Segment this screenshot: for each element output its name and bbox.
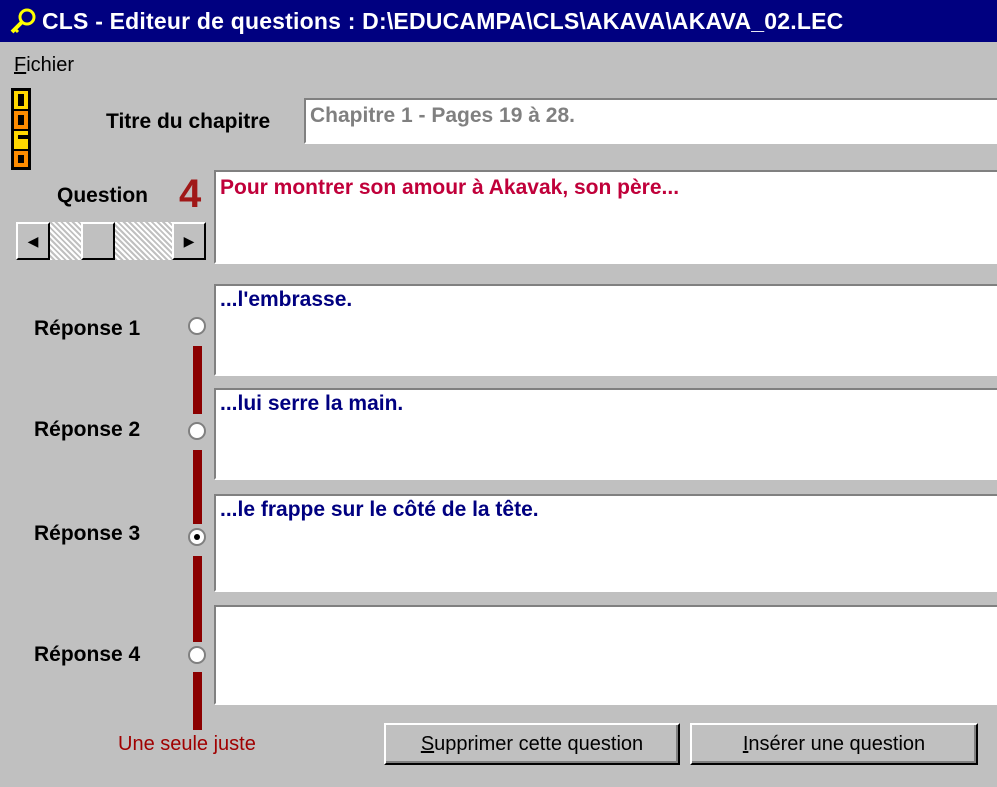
answer-4-label: Réponse 4 (34, 643, 141, 666)
answer-2-field[interactable]: ...lui serre la main. (214, 388, 997, 480)
accent-bar (193, 672, 202, 730)
scroll-right-button[interactable]: ▶ (172, 222, 206, 260)
arrow-right-icon: ▶ (183, 232, 195, 249)
answer-2-text: ...lui serre la main. (220, 392, 404, 415)
insert-question-button[interactable]: Insérer une question (690, 723, 978, 765)
key-search-icon (10, 8, 36, 34)
arrow-left-icon: ◀ (27, 232, 39, 249)
answer-3-radio[interactable] (188, 528, 206, 546)
delete-mnemonic: S (420, 732, 435, 755)
question-scrollbar[interactable]: ◀ ▶ (16, 222, 206, 260)
chapter-label: Titre du chapitre (106, 110, 271, 133)
menu-bar: Fichier (0, 46, 997, 82)
answer-2-radio[interactable] (188, 422, 206, 440)
scroll-thumb[interactable] (80, 222, 115, 260)
answer-1-text: ...l'embrasse. (220, 288, 353, 311)
answer-1-radio[interactable] (188, 317, 206, 335)
answer-1-label: Réponse 1 (34, 317, 141, 340)
scroll-left-button[interactable]: ◀ (16, 222, 50, 260)
accent-bar (193, 450, 202, 524)
single-answer-hint: Une seule juste (118, 733, 256, 755)
answer-3-text: ...le frappe sur le côté de la tête. (220, 498, 539, 521)
menu-fichier-label: ichier (26, 54, 75, 76)
delete-label: upprimer cette question (434, 732, 644, 755)
accent-bar (193, 556, 202, 642)
answer-4-field[interactable] (214, 605, 997, 705)
menu-fichier[interactable]: Fichier (14, 54, 74, 77)
insert-label: nsérer une question (748, 732, 926, 755)
chapter-title-value: Chapitre 1 - Pages 19 à 28. (310, 104, 575, 127)
menu-fichier-mnemonic: F (14, 54, 27, 76)
chapter-title-field[interactable]: Chapitre 1 - Pages 19 à 28. (304, 98, 997, 144)
question-label: Question (57, 184, 149, 207)
title-bar: CLS - Editeur de questions : D:\EDUCAMPA… (0, 0, 997, 42)
question-number: 4 (179, 172, 202, 216)
accent-bar (193, 346, 202, 414)
answer-1-field[interactable]: ...l'embrasse. (214, 284, 997, 376)
delete-question-button[interactable]: Supprimer cette question (384, 723, 680, 765)
question-text: Pour montrer son amour à Akavak, son pèr… (220, 176, 680, 199)
answer-4-radio[interactable] (188, 646, 206, 664)
educampa-logo (11, 88, 31, 170)
question-text-field[interactable]: Pour montrer son amour à Akavak, son pèr… (214, 170, 997, 264)
answer-2-label: Réponse 2 (34, 418, 141, 441)
answer-3-field[interactable]: ...le frappe sur le côté de la tête. (214, 494, 997, 592)
answer-3-label: Réponse 3 (34, 522, 141, 545)
window-title: CLS - Editeur de questions : D:\EDUCAMPA… (42, 7, 844, 34)
